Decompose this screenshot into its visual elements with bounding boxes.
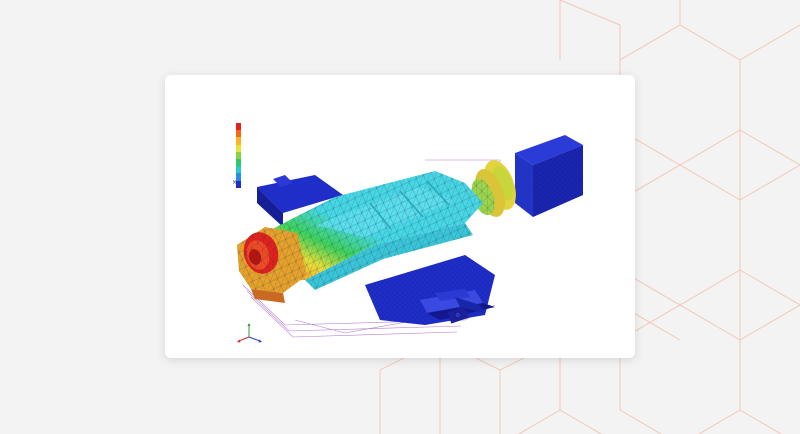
analysis-image-card: × <box>165 75 635 358</box>
axis-triad-icon <box>237 323 262 343</box>
fea-mesh-model <box>237 135 583 338</box>
